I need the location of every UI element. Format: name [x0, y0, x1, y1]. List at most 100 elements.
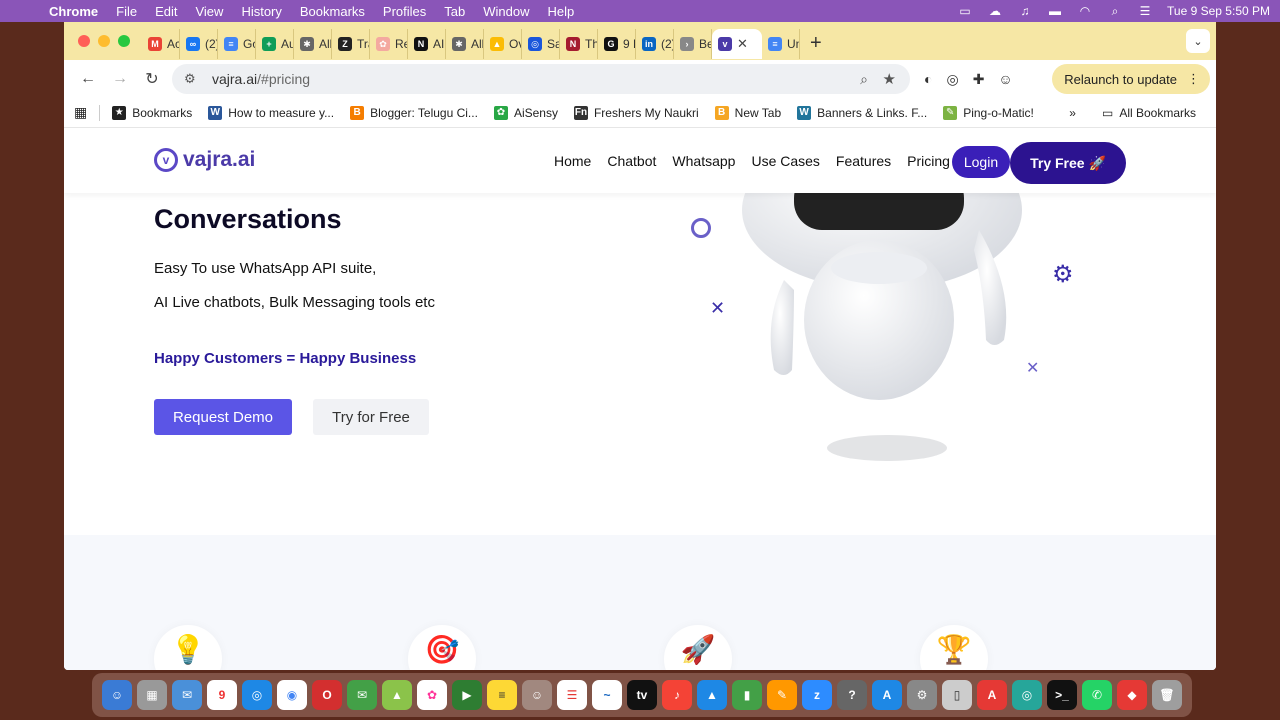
bookmark-item[interactable]: ★ Bookmarks [104, 105, 200, 120]
try-for-free-button[interactable]: Try for Free [313, 399, 429, 435]
screen-share-icon[interactable]: ▭ [957, 4, 973, 18]
browser-tab[interactable]: N Th [560, 29, 598, 59]
wifi-icon[interactable]: ◠ [1077, 4, 1093, 18]
menu-app-name[interactable]: Chrome [40, 4, 107, 19]
maps-icon[interactable]: ▲ [382, 680, 412, 710]
apps-grid-icon[interactable]: ▦ [74, 104, 87, 121]
reload-icon[interactable]: ↻ [136, 63, 168, 95]
freeform-icon[interactable]: ~ [592, 680, 622, 710]
menu-window[interactable]: Window [474, 4, 538, 19]
terminal-icon[interactable]: >_ [1047, 680, 1077, 710]
menu-bookmarks[interactable]: Bookmarks [291, 4, 374, 19]
minimize-window-button[interactable] [98, 35, 110, 47]
nav-link-whatsapp[interactable]: Whatsapp [672, 153, 735, 169]
browser-tab[interactable]: ✱ All [294, 29, 332, 59]
chat-app-icon[interactable]: ◎ [1012, 680, 1042, 710]
address-bar[interactable]: ⚙ vajra.ai/#pricing ⌕ ★ [172, 64, 910, 94]
close-tab-icon[interactable]: ✕ [737, 36, 748, 52]
browser-tab[interactable]: + Au [256, 29, 294, 59]
browser-tab[interactable]: Z Tra [332, 29, 370, 59]
bookmarks-overflow-icon[interactable]: » [1069, 106, 1076, 120]
browser-tab[interactable]: in (2) [636, 29, 674, 59]
bookmark-item[interactable]: Fn Freshers My Naukri [566, 105, 707, 120]
browser-tab[interactable]: ▲ Ov [484, 29, 522, 59]
search-icon[interactable]: ⌕ [1107, 4, 1123, 18]
close-window-button[interactable] [78, 35, 90, 47]
forward-arrow-icon[interactable]: → [104, 63, 136, 95]
bookmark-item[interactable]: B Blogger: Telugu Ci... [342, 105, 486, 120]
bookmark-item[interactable]: W Banners & Links. F... [789, 105, 935, 120]
headphones-icon[interactable]: ♫ [1017, 4, 1033, 18]
trash-icon[interactable]: 🗑 [1152, 680, 1182, 710]
launchpad-icon[interactable]: ▦ [137, 680, 167, 710]
apple-tv-icon[interactable]: tv [627, 680, 657, 710]
bookmark-item[interactable]: W How to measure y... [200, 105, 342, 120]
login-button[interactable]: Login [952, 146, 1010, 178]
creative-cloud-icon[interactable]: ☁ [987, 4, 1003, 18]
menu-profiles[interactable]: Profiles [374, 4, 435, 19]
zoom-icon[interactable]: ⌕ [860, 71, 868, 88]
site-info-icon[interactable]: ⚙ [184, 71, 204, 87]
browser-tab[interactable]: ≡ Un [762, 29, 800, 59]
calendar-icon[interactable]: 9 [207, 680, 237, 710]
browser-tab[interactable]: ◎ Sa [522, 29, 560, 59]
browser-tab[interactable]: ∞ (2) [180, 29, 218, 59]
tab-active[interactable]: v ✕ [712, 29, 762, 59]
nav-link-use-cases[interactable]: Use Cases [751, 153, 819, 169]
bookmark-item[interactable]: ✿ AiSensy [486, 105, 566, 120]
system-settings-icon[interactable]: ⚙ [907, 680, 937, 710]
request-demo-button[interactable]: Request Demo [154, 399, 292, 435]
browser-tab[interactable]: N AI [408, 29, 446, 59]
relaunch-button[interactable]: Relaunch to update ⋮ [1052, 64, 1210, 94]
acrobat-icon[interactable]: A [977, 680, 1007, 710]
photos-icon[interactable]: ✿ [417, 680, 447, 710]
browser-tab[interactable]: ✿ Re [370, 29, 408, 59]
menu-history[interactable]: History [232, 4, 290, 19]
control-center-icon[interactable]: ☰ [1137, 4, 1153, 18]
reminders-icon[interactable]: ☰ [557, 680, 587, 710]
browser-tab[interactable]: G 9 F [598, 29, 636, 59]
browser-tab[interactable]: ≡ Go [218, 29, 256, 59]
notes-icon[interactable]: ≡ [487, 680, 517, 710]
menu-edit[interactable]: Edit [146, 4, 186, 19]
anydesk-icon[interactable]: ◆ [1117, 680, 1147, 710]
back-arrow-icon[interactable]: ← [72, 63, 104, 95]
nav-link-pricing[interactable]: Pricing [907, 153, 950, 169]
finder-icon[interactable]: ☺ [102, 680, 132, 710]
zoom-window-button[interactable] [118, 35, 130, 47]
mail-icon[interactable]: ✉ [172, 680, 202, 710]
messages-icon[interactable]: ✉ [347, 680, 377, 710]
chrome-icon[interactable]: ◉ [277, 680, 307, 710]
browser-tab[interactable]: ✱ All [446, 29, 484, 59]
keynote-icon[interactable]: ▲ [697, 680, 727, 710]
browser-tab[interactable]: M Acc [142, 29, 180, 59]
profile-avatar[interactable]: ☺ [998, 71, 1012, 87]
nav-link-features[interactable]: Features [836, 153, 891, 169]
safari-icon[interactable]: ◎ [242, 680, 272, 710]
contacts-icon[interactable]: ☺ [522, 680, 552, 710]
more-vertical-icon[interactable]: ⋮ [1187, 71, 1200, 87]
help-icon[interactable]: ? [837, 680, 867, 710]
menu-view[interactable]: View [186, 4, 232, 19]
browser-tab[interactable]: › Be [674, 29, 712, 59]
nav-link-chatbot[interactable]: Chatbot [607, 153, 656, 169]
numbers-icon[interactable]: ▮ [732, 680, 762, 710]
menu-tab[interactable]: Tab [435, 4, 474, 19]
nav-link-home[interactable]: Home [554, 153, 591, 169]
app-store-icon[interactable]: A [872, 680, 902, 710]
lens-icon[interactable]: ◎ [946, 71, 958, 88]
iphone-mirroring-icon[interactable]: ▯ [942, 680, 972, 710]
menu-help[interactable]: Help [539, 4, 584, 19]
tab-search-chevron-icon[interactable]: ⌄ [1186, 29, 1210, 53]
whatsapp-icon[interactable]: ✆ [1082, 680, 1112, 710]
bookmark-star-icon[interactable]: ★ [883, 70, 896, 88]
puzzle-icon[interactable]: ✚ [973, 71, 985, 88]
pages-icon[interactable]: ✎ [767, 680, 797, 710]
new-tab-button[interactable]: + [800, 32, 832, 55]
bookmark-item[interactable]: B New Tab [707, 105, 789, 120]
battery-icon[interactable]: ▬ [1047, 4, 1063, 18]
all-bookmarks[interactable]: ▭ All Bookmarks [1094, 106, 1204, 120]
bookmark-item[interactable]: ✎ Ping-o-Matic! [935, 105, 1042, 120]
music-icon[interactable]: ♪ [662, 680, 692, 710]
facetime-icon[interactable]: ▶ [452, 680, 482, 710]
